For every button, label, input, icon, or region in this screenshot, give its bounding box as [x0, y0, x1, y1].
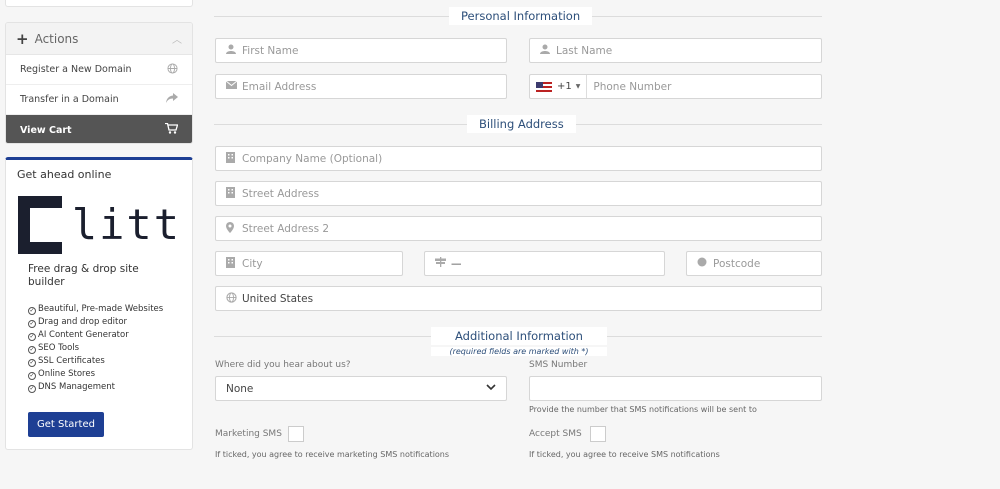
feature-item: ✓ AI Content Generator — [28, 329, 181, 342]
promo-title: Get ahead online — [17, 168, 112, 181]
feature-text: SEO Tools — [38, 343, 80, 353]
feature-item: ✓ SSL Certificates — [28, 355, 181, 368]
building-icon — [226, 151, 242, 166]
postcode-placeholder: Postcode — [713, 257, 761, 270]
phone-country-code[interactable]: +1 — [557, 81, 572, 92]
cart-icon — [165, 122, 179, 137]
litt-logo: litt — [17, 195, 181, 255]
feature-item: ✓ DNS Management — [28, 381, 181, 394]
us-flag-icon[interactable] — [536, 81, 552, 92]
personal-info-title: Personal Information — [449, 7, 593, 25]
feature-item: ✓ Drag and drop editor — [28, 316, 181, 329]
first-name-placeholder: First Name — [242, 44, 299, 57]
check-circle-icon: ✓ — [28, 385, 36, 393]
register-domain-label: Register a New Domain — [20, 64, 132, 75]
get-started-button[interactable]: Get Started — [28, 412, 104, 437]
building-icon — [226, 256, 242, 271]
circle-icon — [697, 257, 713, 270]
street2-placeholder: Street Address 2 — [242, 222, 330, 235]
accept-sms-help: If ticked, you agree to receive SMS noti… — [529, 450, 720, 459]
view-cart-label: View Cart — [20, 124, 72, 136]
feature-item: ✓ Beautiful, Pre-made Websites — [28, 303, 181, 316]
transfer-domain-label: Transfer in a Domain — [20, 94, 119, 105]
last-name-input[interactable]: Last Name — [529, 38, 822, 63]
actions-title: Actions — [34, 31, 79, 46]
last-name-placeholder: Last Name — [556, 44, 613, 57]
hear-about-label: Where did you hear about us? — [215, 360, 351, 370]
phone-placeholder: Phone Number — [593, 80, 672, 93]
user-icon — [226, 44, 242, 57]
check-circle-icon: ✓ — [28, 320, 36, 328]
caret-down-icon[interactable]: ▼ — [576, 83, 581, 90]
check-circle-icon: ✓ — [28, 372, 36, 380]
company-name-input[interactable]: Company Name (Optional) — [215, 146, 822, 171]
feature-item: ✓ SEO Tools — [28, 342, 181, 355]
chevron-down-icon[interactable] — [486, 383, 496, 394]
accept-sms-checkbox[interactable] — [590, 426, 606, 442]
litt-logo-mark — [18, 196, 64, 254]
check-circle-icon: ✓ — [28, 307, 36, 315]
feature-text: Online Stores — [38, 369, 96, 379]
plus-icon: + — [16, 29, 29, 48]
city-placeholder: City — [242, 257, 263, 270]
sms-number-help: Provide the number that SMS notification… — [529, 405, 757, 414]
check-circle-icon: ✓ — [28, 359, 36, 367]
email-placeholder: Email Address — [242, 80, 317, 93]
building-icon — [226, 186, 242, 201]
billing-address-title: Billing Address — [467, 115, 576, 133]
sidebar-top-panel — [5, 0, 193, 7]
first-name-input[interactable]: First Name — [215, 38, 507, 63]
email-input[interactable]: Email Address — [215, 74, 507, 99]
street-address-input[interactable]: Street Address — [215, 181, 822, 206]
actions-header[interactable]: + Actions ︿ — [6, 23, 192, 55]
transfer-domain-link[interactable]: Transfer in a Domain — [6, 85, 192, 115]
country-value: United States — [242, 292, 314, 305]
street-address-2-input[interactable]: Street Address 2 — [215, 216, 822, 241]
actions-panel: + Actions ︿ Register a New Domain Transf… — [5, 22, 193, 144]
street-placeholder: Street Address — [242, 187, 320, 200]
feature-text: DNS Management — [38, 382, 115, 392]
site-builder-promo: Get ahead online litt Free drag & drop s… — [5, 157, 193, 450]
globe-icon — [167, 62, 178, 77]
register-domain-link[interactable]: Register a New Domain — [6, 55, 192, 85]
feature-text: Drag and drop editor — [38, 317, 128, 327]
sms-number-input[interactable] — [529, 376, 822, 401]
phone-separator — [586, 75, 588, 98]
state-value: — — [451, 257, 462, 270]
signpost-icon — [435, 257, 451, 270]
hear-about-select[interactable]: None — [215, 376, 507, 401]
view-cart-link[interactable]: View Cart — [6, 115, 192, 143]
accept-sms-label: Accept SMS — [529, 429, 582, 439]
envelope-icon — [225, 80, 242, 92]
user-icon — [540, 44, 556, 57]
feature-text: AI Content Generator — [38, 330, 129, 340]
feature-text: SSL Certificates — [38, 356, 105, 366]
map-marker-icon — [226, 221, 242, 236]
marketing-sms-checkbox[interactable] — [288, 426, 304, 442]
postcode-input[interactable]: Postcode — [686, 251, 822, 276]
feature-item: ✓ Online Stores — [28, 368, 181, 381]
check-circle-icon: ✓ — [28, 346, 36, 354]
check-circle-icon: ✓ — [28, 333, 36, 341]
promo-subtitle: Free drag & drop site builder — [28, 263, 139, 288]
globe-icon — [226, 291, 242, 306]
additional-info-title: Additional Information — [431, 327, 607, 345]
sms-number-label: SMS Number — [529, 360, 588, 370]
litt-logo-text: litt — [71, 200, 181, 249]
hear-about-value: None — [226, 382, 254, 395]
chevron-up-icon[interactable]: ︿ — [172, 31, 182, 46]
phone-input[interactable]: +1 ▼ Phone Number — [529, 74, 822, 99]
state-select[interactable]: — — [424, 251, 665, 276]
share-arrow-icon — [166, 93, 178, 106]
marketing-sms-label: Marketing SMS — [215, 429, 282, 439]
marketing-sms-help: If ticked, you agree to receive marketin… — [215, 450, 450, 459]
country-select[interactable]: United States — [215, 286, 822, 311]
feature-text: Beautiful, Pre-made Websites — [38, 304, 164, 314]
required-fields-note: (required fields are marked with *) — [431, 347, 607, 356]
city-input[interactable]: City — [215, 251, 403, 276]
company-placeholder: Company Name (Optional) — [242, 152, 383, 165]
